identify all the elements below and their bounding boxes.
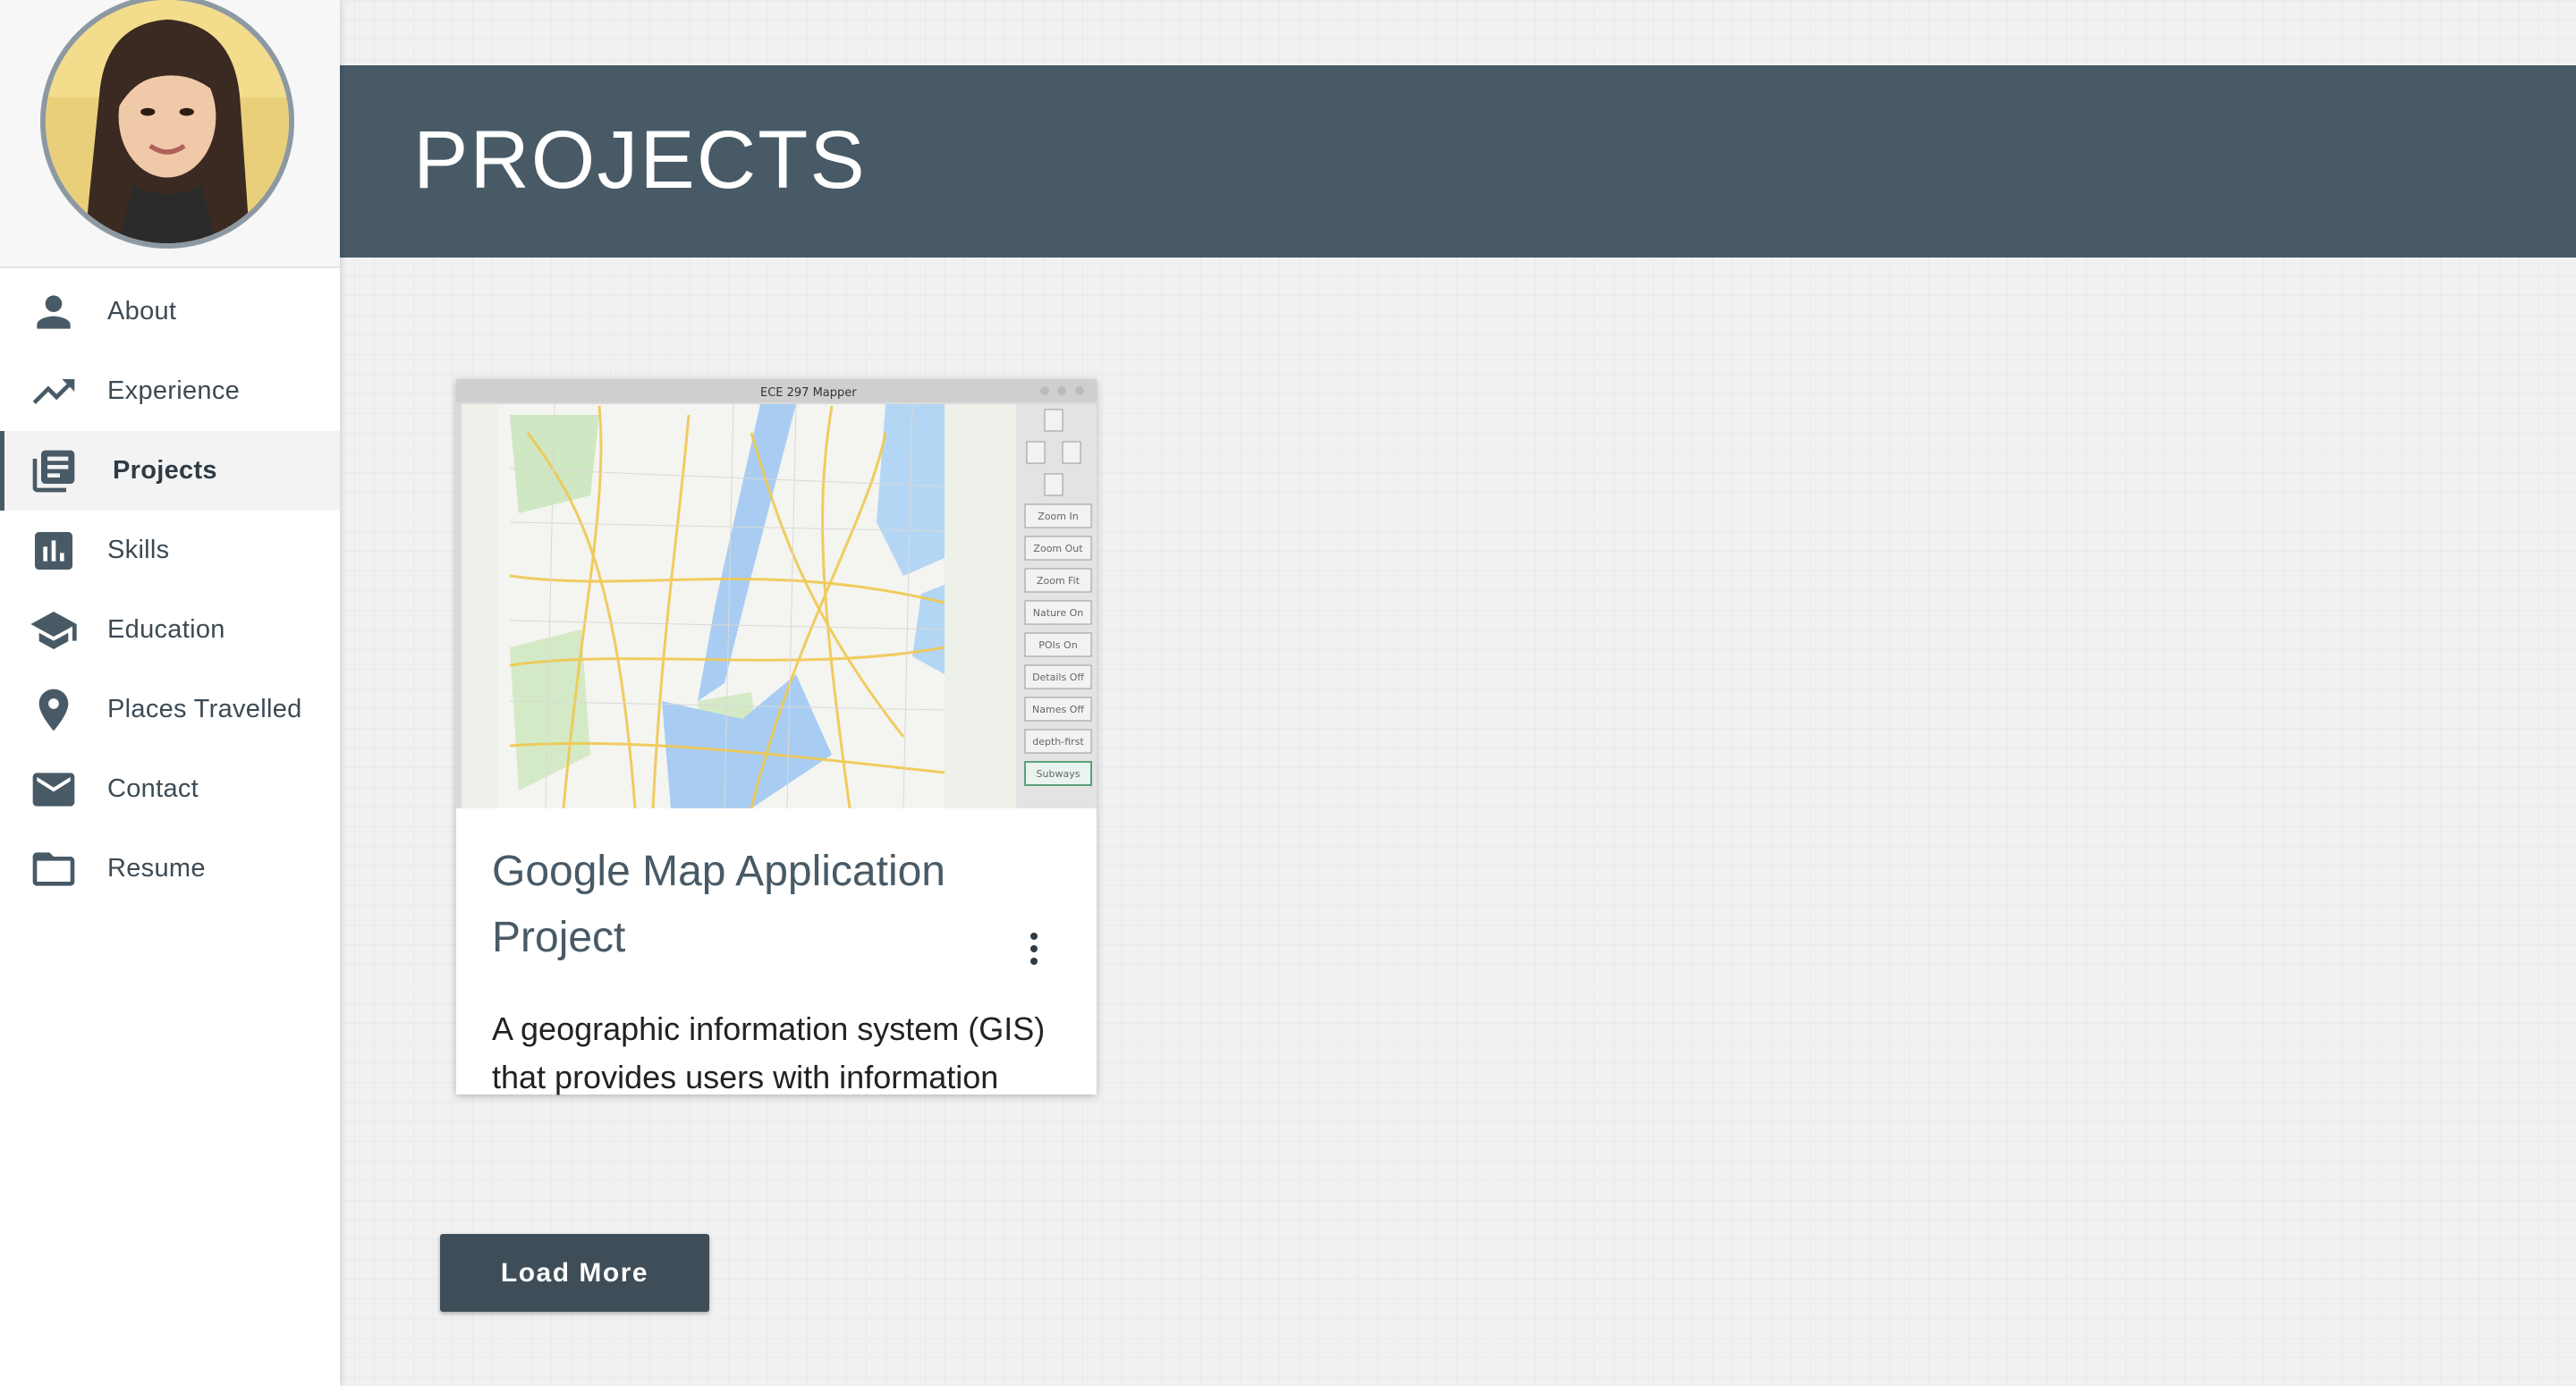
sidebar-item-skills[interactable]: Skills (0, 511, 340, 590)
project-window-title: ECE 297 Mapper (760, 386, 857, 400)
map-button-label: Zoom Out (1033, 543, 1083, 554)
sidebar-item-label: About (107, 297, 177, 325)
page-header: PROJECTS (340, 65, 2576, 258)
folder-icon (29, 844, 79, 894)
sidebar-item-experience[interactable]: Experience (0, 351, 340, 431)
map-button-label: Zoom Fit (1037, 575, 1080, 587)
sidebar-item-label: Resume (107, 854, 206, 883)
project-description: A geographic information system (GIS) th… (492, 1010, 1046, 1095)
sidebar-item-label: Places Travelled (107, 695, 302, 723)
avatar-section (0, 0, 340, 268)
library-books-icon (29, 446, 79, 496)
sidebar-item-education[interactable]: Education (0, 590, 340, 670)
map-button-label: Nature On (1033, 607, 1083, 619)
mail-icon (29, 765, 79, 815)
sidebar-nav: About Experience Projects Skills Educati… (0, 272, 340, 909)
project-title: Google Map Application Project (492, 848, 945, 961)
bar-chart-icon (29, 526, 79, 576)
map-button-label: Zoom In (1038, 511, 1078, 522)
map-button-label: Names Off (1032, 704, 1084, 715)
trending-up-icon (29, 367, 79, 417)
location-pin-icon (29, 685, 79, 735)
map-button-label: Subways (1037, 768, 1080, 780)
person-icon (29, 287, 79, 337)
map-button-label: POIs On (1038, 639, 1077, 651)
sidebar: About Experience Projects Skills Educati… (0, 0, 340, 1386)
project-card[interactable]: ECE 297 Mapper Zoom In Zoom Out Zoom Fit… (456, 379, 1097, 1095)
sidebar-item-label: Projects (113, 456, 217, 485)
sidebar-item-label: Contact (107, 774, 199, 803)
more-vert-icon[interactable] (1013, 921, 1055, 976)
sidebar-item-resume[interactable]: Resume (0, 829, 340, 909)
sidebar-item-places-travelled[interactable]: Places Travelled (0, 670, 340, 749)
load-more-button[interactable]: Load More (440, 1234, 709, 1312)
sidebar-item-contact[interactable]: Contact (0, 749, 340, 829)
avatar (40, 0, 294, 249)
project-screenshot[interactable]: ECE 297 Mapper Zoom In Zoom Out Zoom Fit… (456, 379, 1097, 808)
sidebar-item-label: Experience (107, 376, 241, 405)
sidebar-item-label: Skills (107, 536, 170, 564)
sidebar-item-label: Education (107, 615, 225, 644)
sidebar-item-about[interactable]: About (0, 272, 340, 351)
graduation-cap-icon (29, 605, 79, 655)
map-button-label: Details Off (1032, 672, 1084, 683)
page-title: PROJECTS (413, 114, 867, 206)
sidebar-item-projects[interactable]: Projects (0, 431, 340, 511)
map-button-label: depth-first (1032, 736, 1084, 748)
